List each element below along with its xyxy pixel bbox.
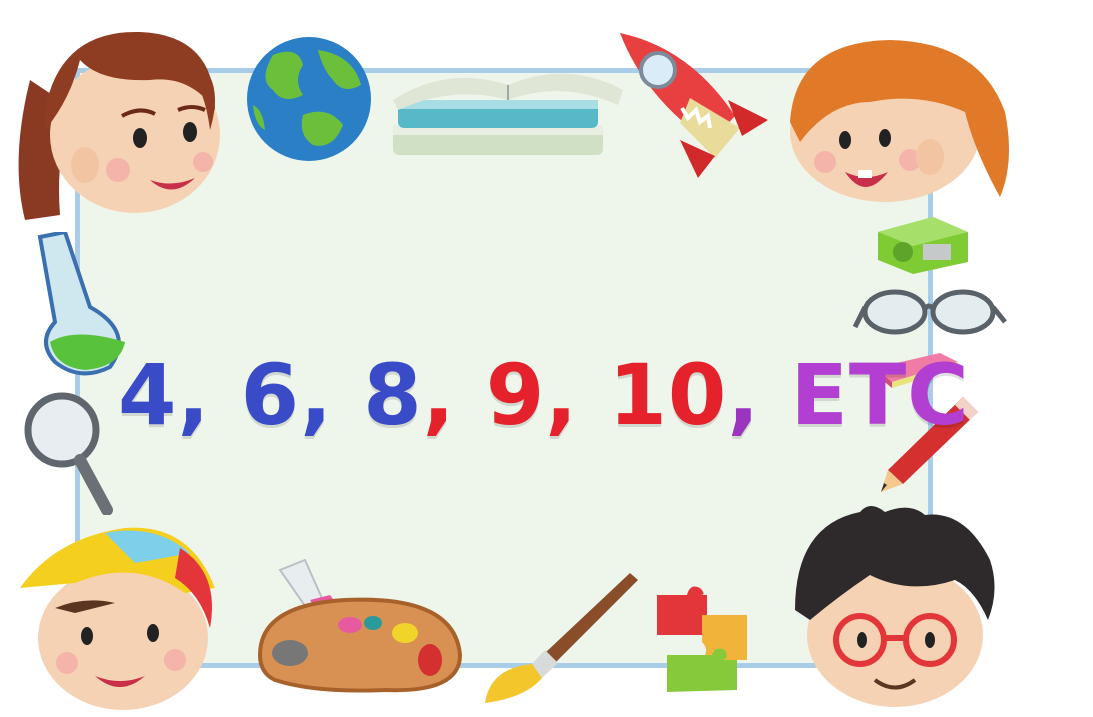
globe-icon — [243, 35, 378, 165]
boy-cap-icon — [15, 518, 225, 713]
headline-number-sequence: 4, 6, 8, 9, 10, ETC — [118, 340, 969, 450]
boy-glasses-icon — [790, 500, 1000, 710]
headline-token: ETC — [790, 346, 970, 444]
headline-token: , — [545, 346, 609, 444]
girl-orange-hair-icon — [770, 32, 1020, 207]
headline-token: 8 — [363, 346, 423, 444]
books-icon — [388, 55, 628, 165]
paintbrush-icon — [480, 568, 640, 708]
rocket-icon — [610, 28, 775, 183]
headline-token: , — [422, 346, 486, 444]
pencil-sharpener-icon — [873, 212, 973, 277]
page: 4, 6, 8, 9, 10, ETC — [0, 0, 1093, 717]
magnifier-icon — [22, 390, 117, 515]
girl-brown-hair-icon — [0, 20, 235, 225]
headline-token: 4 — [118, 346, 178, 444]
glasses-icon — [853, 287, 1008, 347]
headline-token: , — [177, 346, 241, 444]
headline-token: 9 — [485, 346, 546, 444]
puzzle-pieces-icon — [652, 580, 762, 698]
headline-token: 10 — [608, 346, 728, 444]
headline-token: , — [727, 346, 791, 444]
paint-palette-icon — [255, 545, 465, 695]
headline-token: 6 — [240, 346, 301, 444]
headline-token: , — [300, 346, 364, 444]
